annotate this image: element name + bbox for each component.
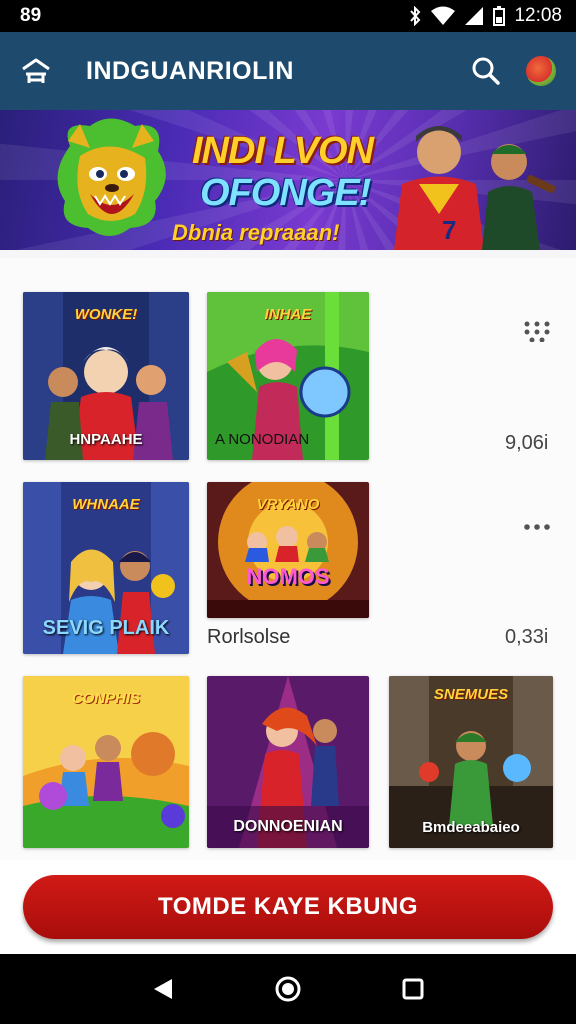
- status-icons: 12:08: [408, 5, 562, 27]
- cta-area: TOMDE KAYE KBUNG: [0, 860, 576, 954]
- tile-caption: NOMOS: [246, 564, 330, 589]
- primary-action-button[interactable]: TOMDE KAYE KBUNG: [23, 875, 553, 939]
- game-tile[interactable]: WHNAAE SEVIG PLAIK: [23, 482, 189, 654]
- row-count: 0,33i: [505, 626, 549, 648]
- lion-mascot-icon: [57, 118, 166, 236]
- status-bar: 89 12:08: [0, 0, 576, 32]
- app-bar: INDGUANRIOLIN: [0, 32, 576, 110]
- home-circle-icon: [275, 976, 301, 1002]
- players-illustration: 7: [394, 126, 556, 250]
- tile-caption: SEVIG PLAIK: [42, 617, 170, 639]
- game-tile[interactable]: VRYANO NOMOS: [207, 482, 369, 618]
- content-area: WONKE! HNPAAHE INHAE A NONODIAN 9,06i WH…: [0, 250, 576, 860]
- tile-title: CONPHIS: [71, 690, 141, 707]
- back-button[interactable]: [143, 969, 183, 1009]
- tile-caption: Bmdeeabaieo: [422, 819, 520, 836]
- game-grid: WONKE! HNPAAHE INHAE A NONODIAN 9,06i WH…: [0, 258, 576, 860]
- home-lines-icon[interactable]: [20, 57, 52, 85]
- game-tile[interactable]: WONKE! HNPAAHE: [23, 292, 189, 460]
- banner-subheadline: OFONGE!: [200, 172, 371, 214]
- system-nav-bar: [0, 954, 576, 1024]
- game-tile[interactable]: INHAE A NONODIAN: [207, 292, 369, 460]
- status-time: 12:08: [514, 5, 562, 26]
- app-title: INDGUANRIOLIN: [86, 56, 294, 85]
- recents-button[interactable]: [393, 969, 433, 1009]
- tile-caption: DONNOENIAN: [233, 818, 343, 835]
- tile-caption: HNPAAHE: [69, 431, 143, 448]
- battery-icon: [493, 6, 506, 26]
- search-button[interactable]: [466, 51, 506, 91]
- banner-tagline: Dbnia repraaan!: [172, 220, 340, 245]
- svg-text:7: 7: [442, 215, 456, 245]
- tile-title: WONKE!: [74, 306, 138, 323]
- banner-headline: INDI LVON: [192, 130, 374, 172]
- promo-banner[interactable]: INDI LVON OFONGE! Dbnia repraaan! 7: [0, 110, 576, 250]
- search-icon: [472, 57, 500, 85]
- row-count: 9,06i: [505, 432, 549, 454]
- bluetooth-icon: [410, 6, 421, 26]
- tile-title: VRYANO: [256, 496, 320, 513]
- more-horizontal-icon[interactable]: [522, 516, 552, 538]
- grid-dots-icon[interactable]: [522, 320, 552, 342]
- recents-square-icon: [402, 978, 424, 1000]
- tile-title: INHAE: [264, 306, 312, 323]
- back-triangle-icon: [153, 979, 172, 999]
- row-label: Rorlsolse: [207, 626, 291, 648]
- profile-avatar-icon[interactable]: [526, 56, 556, 86]
- status-left-text: 89: [20, 5, 42, 26]
- game-tile[interactable]: SNEMUES Bmdeeabaieo: [389, 676, 553, 848]
- game-tile[interactable]: DONNOENIAN: [207, 676, 369, 848]
- wifi-icon: [431, 6, 456, 25]
- game-tile[interactable]: CONPHIS: [23, 676, 189, 848]
- tile-title: WHNAAE: [72, 496, 140, 513]
- tile-title: SNEMUES: [433, 686, 509, 703]
- signal-icon: [465, 7, 484, 25]
- tile-caption: A NONODIAN: [215, 431, 310, 448]
- home-button[interactable]: [268, 969, 308, 1009]
